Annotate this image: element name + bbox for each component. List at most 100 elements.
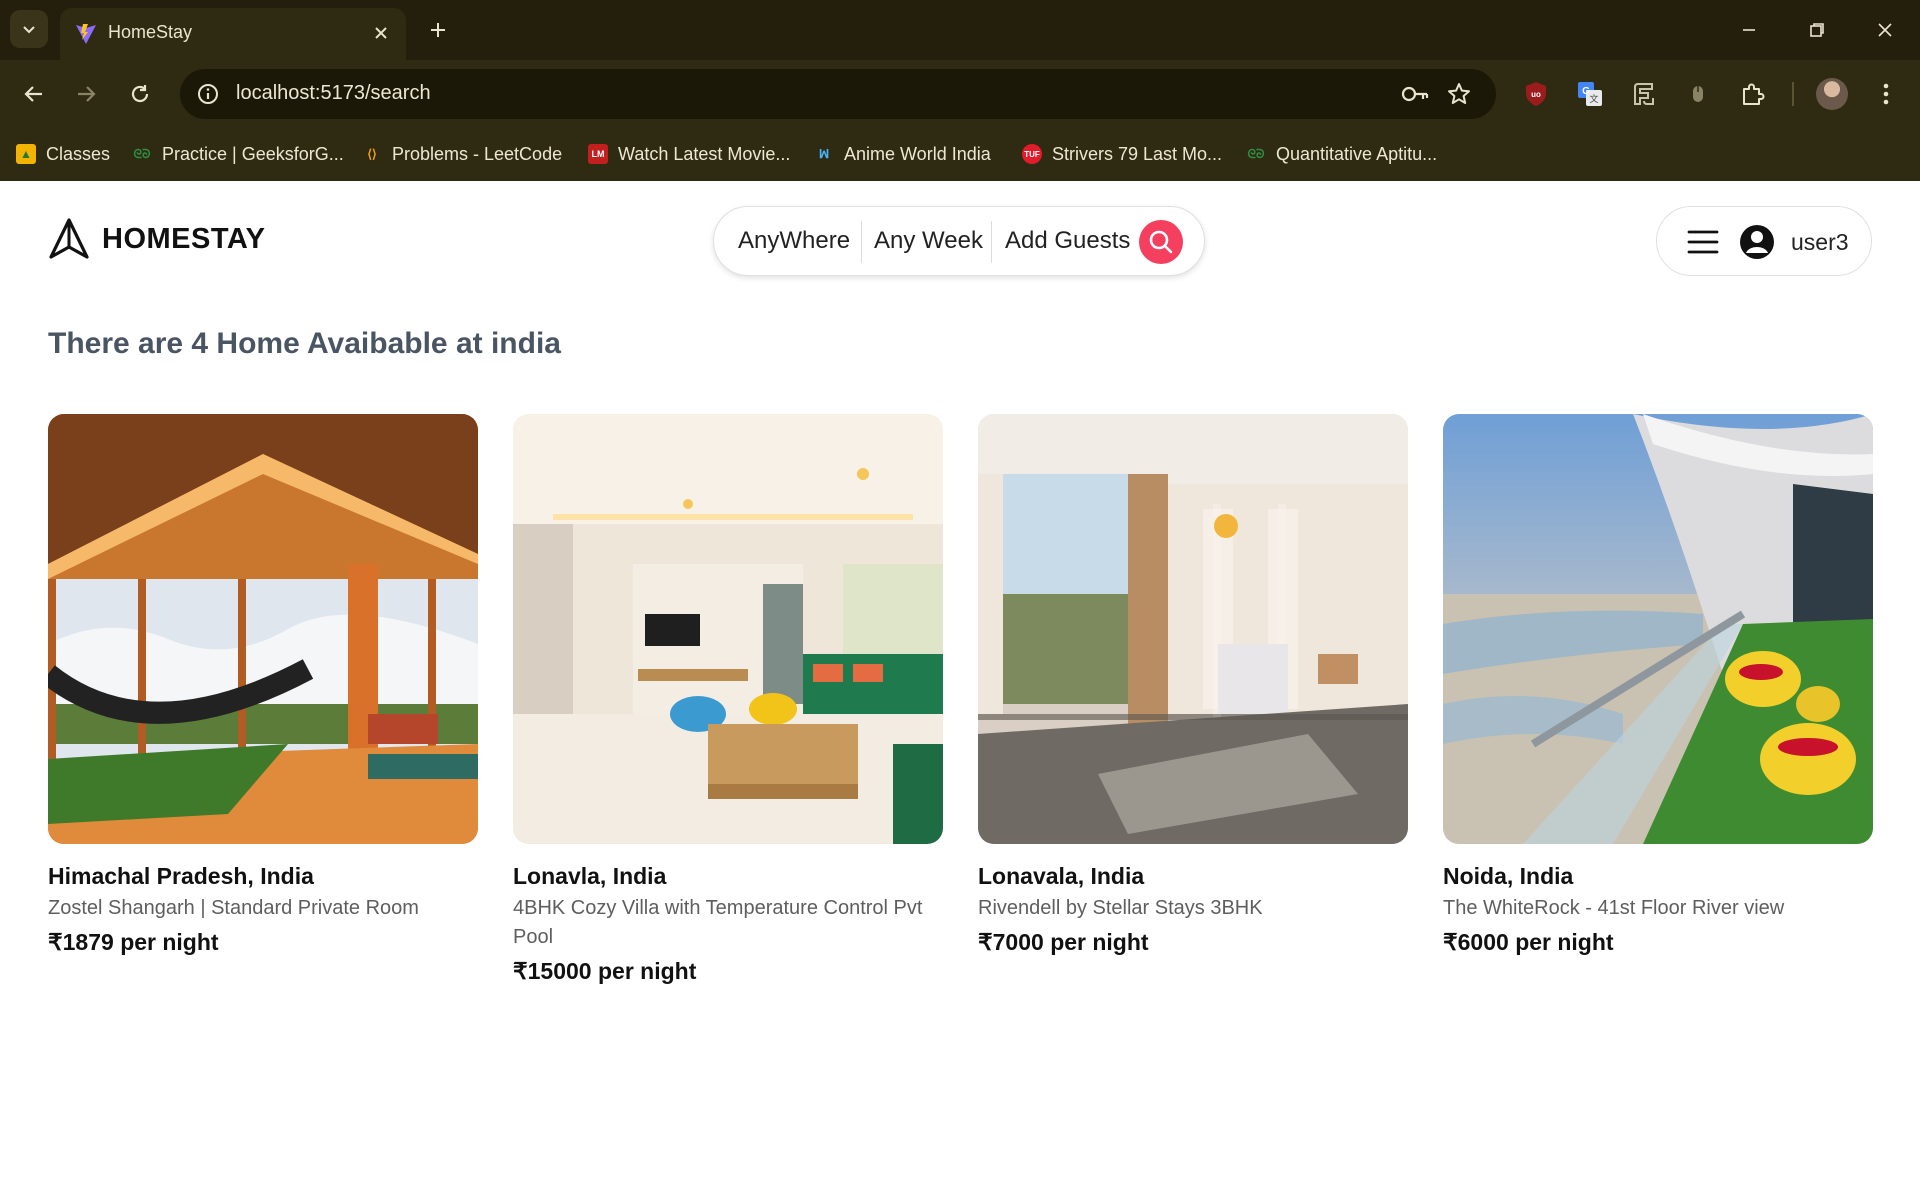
username: user3 — [1791, 229, 1849, 255]
browser-toolbar: localhost:5173/search uo G文 — [0, 60, 1920, 128]
listing-image[interactable] — [513, 414, 943, 844]
mouse-icon — [1693, 86, 1703, 102]
more-vertical-icon — [1883, 83, 1889, 105]
listing-card[interactable]: Himachal Pradesh, India Zostel Shangarh … — [48, 414, 478, 957]
tab-search-button[interactable] — [10, 10, 48, 48]
search-icon — [1149, 230, 1173, 254]
tab-close-button[interactable] — [368, 20, 394, 46]
search-bar[interactable]: AnyWhere Any Week Add Guests — [713, 206, 1205, 276]
bookmark-leetcode[interactable]: ⟨⟩ Problems - LeetCode — [362, 140, 562, 168]
user-avatar-icon — [1740, 225, 1774, 259]
bookmark-classes[interactable]: ▲ Classes — [16, 140, 110, 168]
puzzle-icon — [1743, 83, 1765, 105]
listing-image[interactable] — [1443, 414, 1873, 844]
listing-image[interactable] — [978, 414, 1408, 844]
listing-image[interactable] — [48, 414, 478, 844]
google-translate-extension-button[interactable]: G文 — [1572, 76, 1608, 112]
bookmark-quant-aptitude[interactable]: ᘓᘐ Quantitative Aptitu... — [1246, 140, 1438, 168]
listing-location: Lonavala, India — [978, 863, 1145, 889]
close-icon — [1878, 23, 1892, 37]
forward-button[interactable] — [66, 74, 106, 114]
bookmark-label: Classes — [46, 143, 111, 164]
search-divider — [861, 221, 862, 263]
geeksforgeeks-icon: ᘓᘐ — [1247, 146, 1265, 161]
password-manager-button[interactable] — [1400, 80, 1430, 108]
listing-price: ₹1879 per night — [48, 929, 219, 955]
listing-card[interactable]: Lonavla, India 4BHK Cozy Villa with Temp… — [513, 414, 943, 986]
search-guests-button[interactable]: Add Guests — [1005, 227, 1130, 255]
restore-button[interactable] — [1792, 10, 1842, 50]
listing-photo — [978, 414, 1408, 844]
listing-photo — [1443, 414, 1873, 844]
listing-location: Himachal Pradesh, India — [48, 863, 314, 889]
minimize-icon — [1743, 29, 1755, 31]
listing-card[interactable]: Lonavala, India Rivendell by Stellar Sta… — [978, 414, 1408, 957]
translate-icon: G文 — [1578, 82, 1602, 106]
geeksforgeeks-icon: ᘓᘐ — [133, 146, 151, 161]
ublock-extension-button[interactable]: uo — [1518, 76, 1554, 112]
leetcode-icon: ⟨⟩ — [367, 147, 377, 161]
back-button[interactable] — [14, 74, 54, 114]
bookmark-movies[interactable]: LM Watch Latest Movie... — [588, 140, 790, 168]
bookmark-label: Quantitative Aptitu... — [1276, 143, 1438, 164]
arrow-left-icon — [24, 86, 42, 102]
listing-location: Noida, India — [1443, 863, 1574, 889]
listing-price: ₹7000 per night — [978, 929, 1149, 955]
listing-photo — [48, 414, 478, 844]
mouse-extension-button[interactable] — [1680, 76, 1716, 112]
homestay-app: HOMESTAY AnyWhere Any Week Add Guests us… — [0, 181, 1920, 1200]
tab-homestay[interactable]: HomeStay — [60, 8, 406, 60]
vite-favicon-icon — [76, 24, 96, 44]
bookmark-strivers[interactable]: TUF Strivers 79 Last Mo... — [1022, 140, 1222, 168]
extensions-menu-button[interactable] — [1734, 76, 1770, 112]
search-location-button[interactable]: AnyWhere — [738, 227, 850, 255]
restore-icon — [1810, 23, 1824, 37]
bookmark-star-button[interactable] — [1444, 80, 1474, 108]
classroom-icon: ▲ — [16, 144, 36, 164]
bookmark-label: Practice | GeeksforG... — [162, 143, 344, 164]
minimize-button[interactable] — [1724, 10, 1774, 50]
close-icon — [375, 27, 387, 39]
reload-button[interactable] — [120, 74, 160, 114]
ublock-icon: uo — [1526, 82, 1546, 106]
arrow-right-icon — [78, 86, 96, 102]
site-info-button[interactable] — [194, 80, 222, 108]
bookmark-label: Anime World India — [844, 143, 991, 164]
bookmarks-bar: ▲ Classes ᘓᘐ Practice | GeeksforG... ⟨⟩ … — [0, 128, 1920, 181]
close-window-button[interactable] — [1860, 10, 1910, 50]
svg-text:uo: uo — [1531, 90, 1541, 99]
new-tab-button[interactable] — [420, 12, 456, 48]
bookmark-geeksforgeeks[interactable]: ᘓᘐ Practice | GeeksforG... — [132, 140, 344, 168]
plus-icon — [431, 23, 445, 37]
listing-card[interactable]: Noida, India The WhiteRock - 41st Floor … — [1443, 414, 1873, 957]
browser-chrome: HomeStay localhost:5173/search uo G 文 ▲ … — [0, 0, 1920, 181]
search-date-button[interactable]: Any Week — [874, 227, 983, 255]
bookmark-label: Watch Latest Movie... — [618, 143, 791, 164]
key-icon — [1401, 86, 1429, 102]
chevron-down-icon — [23, 26, 35, 34]
homestay-logo[interactable]: HOMESTAY — [48, 217, 266, 261]
bookmark-label: Problems - LeetCode — [392, 143, 563, 164]
chrome-menu-button[interactable] — [1868, 76, 1904, 112]
listing-title: Zostel Shangarh | Standard Private Room — [48, 897, 419, 919]
address-bar[interactable]: localhost:5173/search — [180, 69, 1496, 119]
tab-strip: HomeStay — [0, 0, 1920, 60]
url-text[interactable]: localhost:5173/search — [236, 82, 431, 105]
anime-world-icon: ꟽ — [818, 147, 830, 161]
star-icon — [1448, 83, 1470, 104]
search-button[interactable] — [1139, 220, 1183, 264]
tab-title: HomeStay — [108, 22, 193, 42]
listing-location: Lonavla, India — [513, 863, 667, 889]
reload-icon — [131, 85, 149, 103]
svg-text:文: 文 — [1589, 93, 1598, 104]
hamburger-menu-icon — [1687, 230, 1719, 254]
logo-text: HOMESTAY — [102, 222, 266, 255]
toolbar-separator — [1792, 82, 1794, 106]
user-menu-button[interactable]: user3 — [1656, 206, 1872, 276]
listing-price: ₹15000 per night — [513, 958, 697, 984]
puzzle-extension-button[interactable] — [1626, 76, 1662, 112]
bookmark-anime-world[interactable]: ꟽ Anime World India — [814, 140, 991, 168]
profile-avatar[interactable] — [1816, 78, 1848, 110]
tuf-icon: TUF — [1022, 144, 1042, 164]
search-divider — [991, 221, 992, 263]
